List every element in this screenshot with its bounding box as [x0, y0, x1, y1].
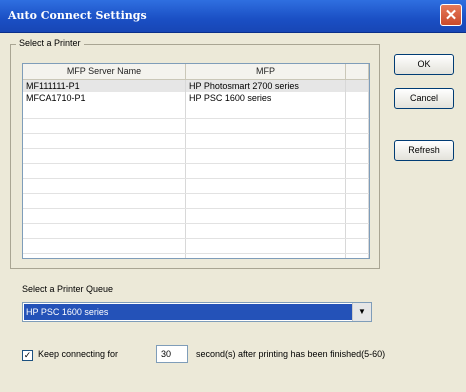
- empty-cell: [23, 149, 186, 163]
- empty-cell: [186, 149, 346, 163]
- empty-cell: [186, 134, 346, 148]
- empty-cell: [186, 224, 346, 238]
- empty-cell: [346, 104, 369, 118]
- empty-cell: [346, 119, 369, 133]
- empty-row: [23, 239, 369, 254]
- empty-cell: [186, 164, 346, 178]
- empty-cell: [23, 134, 186, 148]
- empty-cell: [23, 104, 186, 118]
- empty-cell: [23, 224, 186, 238]
- empty-cell: [23, 194, 186, 208]
- empty-row: [23, 194, 369, 209]
- table-row[interactable]: MFCA1710-P1 HP PSC 1600 series: [23, 92, 369, 104]
- empty-cell: [346, 194, 369, 208]
- queue-label: Select a Printer Queue: [22, 284, 114, 294]
- column-header-server[interactable]: MFP Server Name: [23, 64, 186, 80]
- empty-row: [23, 134, 369, 149]
- empty-cell: [346, 149, 369, 163]
- empty-cell: [346, 224, 369, 238]
- empty-cell: [23, 239, 186, 253]
- list-header: MFP Server Name MFP: [23, 64, 369, 80]
- empty-cell: [346, 80, 369, 92]
- empty-cell: [186, 179, 346, 193]
- mfp-cell: HP Photosmart 2700 series: [186, 80, 346, 92]
- chevron-down-icon[interactable]: ▼: [352, 303, 371, 321]
- empty-row: [23, 119, 369, 134]
- seconds-suffix-label: second(s) after printing has been finish…: [196, 349, 386, 359]
- keep-connecting-checkbox[interactable]: ✓: [22, 350, 33, 361]
- empty-cell: [346, 254, 369, 258]
- empty-cell: [346, 209, 369, 223]
- window-title: Auto Connect Settings: [8, 9, 147, 22]
- empty-cell: [23, 254, 186, 258]
- keep-connecting-label: Keep connecting for: [38, 349, 119, 359]
- server-cell: MF111111-P1: [23, 80, 186, 92]
- server-cell: MFCA1710-P1: [23, 92, 186, 104]
- empty-cell: [23, 164, 186, 178]
- printer-group-label: Select a Printer: [16, 38, 84, 48]
- column-header-extra[interactable]: [346, 64, 369, 80]
- close-button[interactable]: ✕: [440, 4, 462, 26]
- cancel-button[interactable]: Cancel: [394, 88, 454, 109]
- column-header-mfp[interactable]: MFP: [186, 64, 346, 80]
- empty-cell: [346, 179, 369, 193]
- empty-row: [23, 164, 369, 179]
- empty-row: [23, 149, 369, 164]
- empty-row: [23, 104, 369, 119]
- empty-cell: [186, 254, 346, 258]
- empty-row: [23, 224, 369, 239]
- empty-cell: [186, 119, 346, 133]
- title-bar: Auto Connect Settings ✕: [0, 0, 466, 33]
- empty-cell: [346, 134, 369, 148]
- empty-cell: [186, 194, 346, 208]
- table-row[interactable]: MF111111-P1 HP Photosmart 2700 series: [23, 80, 369, 92]
- empty-cell: [346, 92, 369, 104]
- queue-selected-value: HP PSC 1600 series: [24, 304, 352, 320]
- empty-cell: [186, 209, 346, 223]
- empty-cell: [23, 179, 186, 193]
- refresh-button[interactable]: Refresh: [394, 140, 454, 161]
- mfp-cell: HP PSC 1600 series: [186, 92, 346, 104]
- empty-cell: [186, 239, 346, 253]
- empty-cell: [23, 209, 186, 223]
- printer-list[interactable]: MFP Server Name MFP MF111111-P1 HP Photo…: [22, 63, 370, 259]
- empty-cell: [346, 239, 369, 253]
- ok-button[interactable]: OK: [394, 54, 454, 75]
- queue-select[interactable]: HP PSC 1600 series ▼: [22, 302, 372, 322]
- empty-rows: [23, 104, 369, 258]
- empty-cell: [346, 164, 369, 178]
- empty-row: [23, 179, 369, 194]
- empty-row: [23, 254, 369, 258]
- seconds-input[interactable]: 30: [156, 345, 188, 363]
- empty-cell: [186, 104, 346, 118]
- empty-cell: [23, 119, 186, 133]
- empty-row: [23, 209, 369, 224]
